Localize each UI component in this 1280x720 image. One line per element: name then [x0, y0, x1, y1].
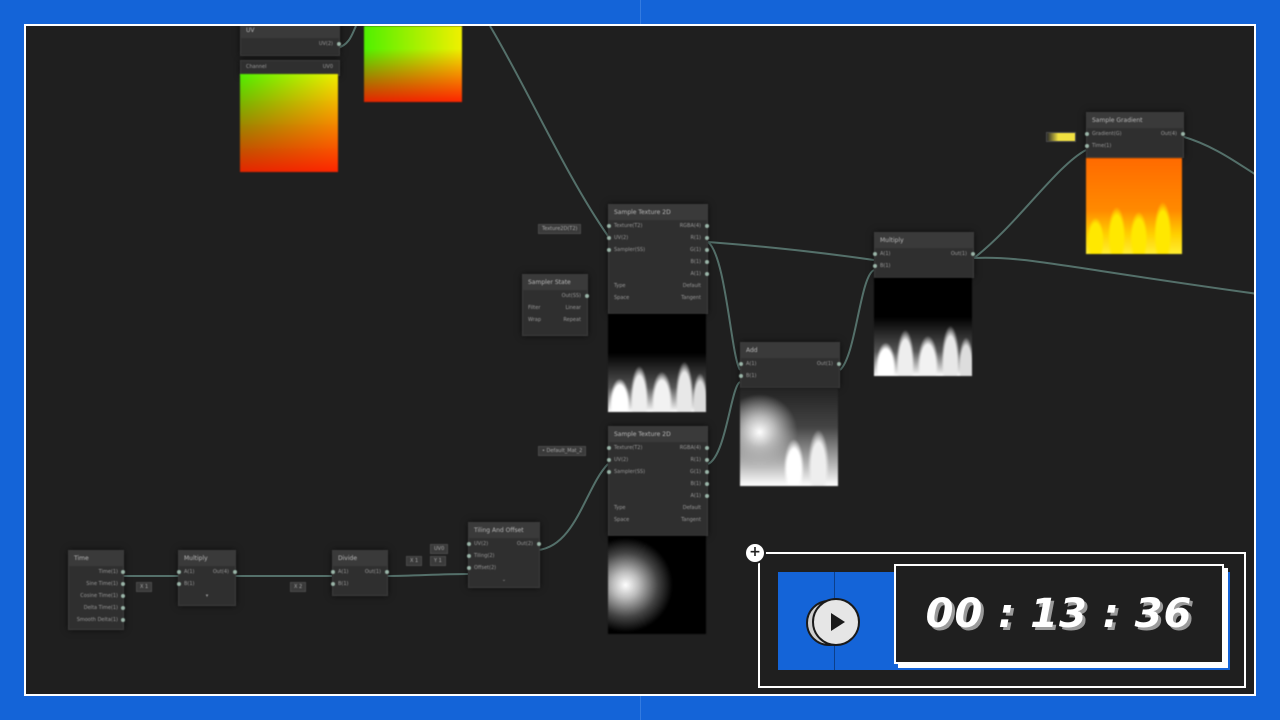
gradient-field[interactable] [1046, 132, 1076, 142]
output-port[interactable] [585, 294, 589, 298]
input-port[interactable] [739, 374, 743, 378]
divide-node-title: Divide [333, 551, 387, 566]
input-port[interactable] [607, 446, 611, 450]
output-port[interactable] [971, 252, 975, 256]
divide-b-field[interactable]: X 2 [290, 582, 307, 592]
input-port[interactable] [739, 362, 743, 366]
multiply-node-2-title: Multiply [179, 551, 235, 566]
input-port[interactable] [467, 542, 471, 546]
output-port[interactable] [705, 272, 709, 276]
multiply-node[interactable]: Multiply A(1) Out(1) B(1) [873, 232, 975, 278]
input-port[interactable] [467, 566, 471, 570]
add-icon[interactable]: + [744, 542, 766, 564]
add-node-title: Add [741, 343, 839, 358]
sample-gradient-title: Sample Gradient [1087, 113, 1183, 128]
divide-node[interactable]: Divide A(1) Out(1) B(1) [331, 550, 389, 596]
wrap-dropdown[interactable]: Wrap Repeat [523, 314, 587, 326]
input-port[interactable] [331, 570, 335, 574]
output-port[interactable] [705, 260, 709, 264]
uv-preview-right [364, 26, 462, 102]
space-dropdown[interactable]: Space Tangent [609, 292, 707, 304]
sampler-state-node[interactable]: Sampler State Out(SS) Filter Linear Wrap R… [522, 274, 589, 336]
play-icon [831, 613, 845, 631]
output-port[interactable] [1181, 132, 1185, 136]
output-port[interactable] [705, 470, 709, 474]
type-dropdown[interactable]: Type Default [609, 280, 707, 292]
uv-node[interactable]: UV UV(2) [240, 26, 341, 56]
output-port[interactable] [121, 594, 125, 598]
noise-texture-preview [608, 536, 706, 634]
output-port[interactable] [705, 446, 709, 450]
input-port[interactable] [331, 582, 335, 586]
output-port[interactable] [705, 236, 709, 240]
sample-texture-a-title: Sample Texture 2D [609, 205, 707, 220]
input-port[interactable] [607, 458, 611, 462]
type-dropdown[interactable]: Type Default [609, 502, 707, 514]
uv-preview-left [240, 74, 338, 172]
output-port[interactable] [837, 362, 841, 366]
sample-gradient-node[interactable]: Sample Gradient Gradient(G) Out(4) Time(1… [1085, 112, 1185, 158]
output-port[interactable] [537, 542, 541, 546]
output-port[interactable] [337, 42, 341, 46]
play-button[interactable] [812, 598, 860, 646]
channel-value: UV0 [322, 64, 333, 70]
output-port[interactable] [121, 606, 125, 610]
input-port[interactable] [607, 248, 611, 252]
input-port[interactable] [607, 470, 611, 474]
add-preview [740, 388, 838, 486]
tiling-offset-node[interactable]: Tiling And Offset UV(2) Out(2) Tiling(2) … [467, 522, 541, 588]
input-port[interactable] [467, 554, 471, 558]
texture-input-field-b[interactable]: • Default_Mat_2 [538, 446, 587, 456]
texture-input-field-a[interactable]: Texture2D(T2) [538, 224, 582, 234]
output-port[interactable] [705, 482, 709, 486]
multiply-b-field[interactable]: X 1 [136, 582, 153, 592]
fire-texture-preview-a [608, 314, 706, 412]
filter-dropdown[interactable]: Filter Linear [523, 302, 587, 314]
tiling-uv-field[interactable]: UV0 [430, 544, 449, 554]
multiply-node-2[interactable]: Multiply A(1) Out(4) B(1) ▾ [177, 550, 237, 606]
input-port[interactable] [873, 264, 877, 268]
uv-node-output: UV(2) [241, 38, 341, 50]
output-port[interactable] [705, 224, 709, 228]
input-port[interactable] [1085, 132, 1089, 136]
tiling-x-field[interactable]: X 1 [406, 556, 423, 566]
timer-display: 00 : 13 : 36 [894, 564, 1224, 664]
uv-node-title: UV [241, 26, 339, 38]
output-port[interactable] [705, 494, 709, 498]
expand-toggle[interactable]: ▾ [179, 590, 235, 602]
output-port[interactable] [121, 570, 125, 574]
output-port[interactable] [705, 248, 709, 252]
output-port[interactable] [121, 582, 125, 586]
input-port[interactable] [177, 582, 181, 586]
add-node[interactable]: Add A(1) Out(1) B(1) [739, 342, 841, 388]
input-port[interactable] [607, 236, 611, 240]
sample-texture-b-title: Sample Texture 2D [609, 427, 707, 442]
tiling-offset-title: Tiling And Offset [469, 523, 539, 538]
input-port[interactable] [607, 224, 611, 228]
output-port[interactable] [705, 458, 709, 462]
multiply-preview [874, 278, 972, 376]
input-port[interactable] [1085, 144, 1089, 148]
output-port[interactable] [121, 618, 125, 622]
space-dropdown[interactable]: Space Tangent [609, 514, 707, 526]
sample-texture-node-a[interactable]: Sample Texture 2D Texture(T2) RGBA(4) UV(… [607, 204, 709, 314]
time-node-title: Time [69, 551, 123, 566]
input-port[interactable] [873, 252, 877, 256]
input-port[interactable] [177, 570, 181, 574]
sample-texture-node-b[interactable]: Sample Texture 2D Texture(T2) RGBA(4) UV(… [607, 426, 709, 536]
sampler-state-title: Sampler State [523, 275, 587, 290]
elapsed-time: 00 : 13 : 36 [925, 591, 1193, 637]
multiply-node-title: Multiply [875, 233, 973, 248]
tiling-y-field[interactable]: Y 1 [430, 556, 446, 566]
output-port[interactable] [233, 570, 237, 574]
time-node[interactable]: Time Time(1) Sine Time(1) Cosine Time(1)… [68, 550, 125, 630]
channel-label: Channel [246, 64, 267, 70]
expand-toggle[interactable]: ⌄ [469, 574, 539, 586]
fire-gradient-preview [1086, 158, 1182, 254]
timer-widget: + 00 : 13 : 36 [744, 542, 1246, 688]
output-port[interactable] [385, 570, 389, 574]
